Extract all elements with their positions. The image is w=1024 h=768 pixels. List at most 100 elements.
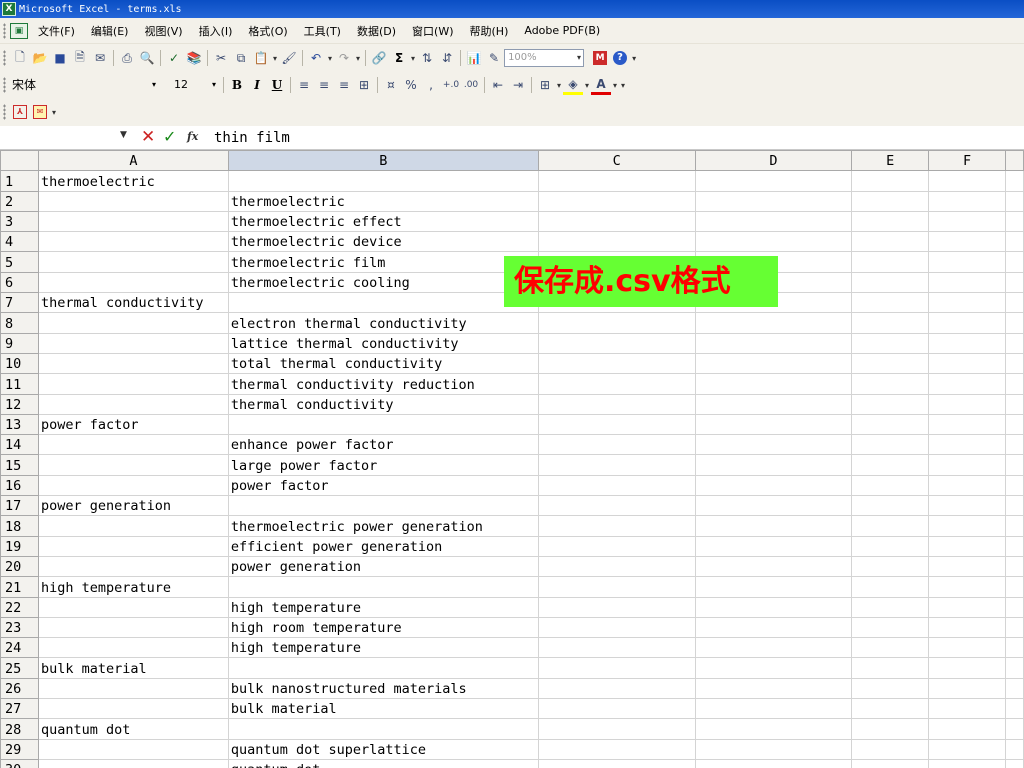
- cell-c[interactable]: [537, 495, 696, 517]
- cell-b[interactable]: [227, 495, 539, 517]
- row-header[interactable]: 12: [0, 393, 39, 415]
- sort-descending-icon[interactable]: ⇵: [437, 48, 457, 68]
- cell-f[interactable]: [928, 637, 1006, 659]
- cell-b[interactable]: efficient power generation: [227, 535, 539, 557]
- pdf-email-icon[interactable]: ✉: [30, 102, 50, 122]
- cell-d[interactable]: [694, 312, 853, 334]
- row-header[interactable]: 26: [0, 677, 39, 700]
- cell-c[interactable]: [537, 352, 696, 375]
- row-header[interactable]: 16: [0, 474, 39, 497]
- row-header[interactable]: 9: [0, 332, 39, 354]
- cancel-entry-button[interactable]: ✕: [141, 127, 155, 147]
- cell-e[interactable]: [851, 718, 930, 740]
- cell-e[interactable]: [851, 515, 930, 537]
- row-header[interactable]: 1: [0, 170, 39, 192]
- cell-d[interactable]: [694, 190, 853, 212]
- cell-g[interactable]: [1005, 190, 1024, 212]
- cell-b[interactable]: thermal conductivity: [227, 393, 539, 415]
- chart-wizard-icon[interactable]: 📊: [464, 48, 484, 68]
- cell-c[interactable]: [537, 555, 696, 578]
- pdf-icon[interactable]: M: [590, 48, 610, 68]
- column-header-d[interactable]: D: [694, 149, 853, 172]
- cell-g[interactable]: [1005, 576, 1024, 598]
- cell-e[interactable]: [851, 332, 930, 354]
- cell-e[interactable]: [851, 413, 930, 436]
- cell-e[interactable]: [851, 231, 930, 253]
- toolbar-grip[interactable]: [3, 50, 6, 66]
- cell-a[interactable]: [37, 231, 229, 253]
- cell-a[interactable]: high temperature: [37, 576, 229, 598]
- cell-e[interactable]: [851, 474, 930, 497]
- cell-c[interactable]: [537, 454, 696, 476]
- cell-e[interactable]: [851, 170, 930, 192]
- cell-b[interactable]: thermoelectric: [227, 190, 539, 212]
- permission-icon[interactable]: 🗎: [70, 48, 90, 68]
- cell-a[interactable]: [37, 555, 229, 578]
- underline-button[interactable]: U: [267, 78, 287, 92]
- cell-d[interactable]: [694, 677, 853, 700]
- cell-f[interactable]: [928, 352, 1006, 375]
- cell-f[interactable]: [928, 555, 1006, 578]
- cell-e[interactable]: [851, 637, 930, 659]
- row-header[interactable]: 23: [0, 616, 39, 639]
- cell-g[interactable]: [1005, 718, 1024, 740]
- cell-d[interactable]: [694, 495, 853, 517]
- cell-a[interactable]: [37, 190, 229, 212]
- toolbar-options-icon[interactable]: ▾: [621, 81, 625, 90]
- cell-e[interactable]: [851, 393, 930, 415]
- cell-d[interactable]: [694, 373, 853, 395]
- column-header-c[interactable]: C: [537, 149, 696, 172]
- cell-g[interactable]: [1005, 413, 1024, 436]
- cell-c[interactable]: [537, 210, 696, 233]
- cell-g[interactable]: [1005, 535, 1024, 557]
- row-header[interactable]: 11: [0, 373, 39, 395]
- cell-e[interactable]: [851, 271, 930, 294]
- sort-ascending-icon[interactable]: ⇅: [417, 48, 437, 68]
- cell-c[interactable]: [537, 231, 696, 253]
- cell-g[interactable]: [1005, 495, 1024, 517]
- cell-f[interactable]: [928, 251, 1006, 273]
- row-header[interactable]: 15: [0, 454, 39, 476]
- cell-g[interactable]: [1005, 515, 1024, 537]
- cell-e[interactable]: [851, 677, 930, 700]
- cell-f[interactable]: [928, 413, 1006, 436]
- cell-f[interactable]: [928, 332, 1006, 354]
- cell-g[interactable]: [1005, 332, 1024, 354]
- cell-e[interactable]: [851, 596, 930, 618]
- italic-button[interactable]: I: [247, 78, 267, 92]
- cell-e[interactable]: [851, 251, 930, 273]
- workbook-menu-icon[interactable]: ▣: [10, 22, 28, 39]
- menu-view[interactable]: 视图(V): [136, 23, 190, 39]
- enter-entry-button[interactable]: ✓: [163, 127, 176, 146]
- cell-f[interactable]: [928, 170, 1006, 192]
- cell-b[interactable]: total thermal conductivity: [227, 352, 539, 375]
- column-header-b[interactable]: B: [227, 149, 539, 172]
- cell-f[interactable]: [928, 271, 1006, 294]
- cell-b[interactable]: thermoelectric cooling: [227, 271, 539, 294]
- cell-c[interactable]: [537, 373, 696, 395]
- cell-f[interactable]: [928, 758, 1006, 768]
- font-size-select[interactable]: 12 ▾: [160, 76, 220, 94]
- menu-edit[interactable]: 编辑(E): [83, 23, 137, 39]
- cell-b[interactable]: high room temperature: [227, 616, 539, 639]
- cell-c[interactable]: [537, 637, 696, 659]
- cell-d[interactable]: [694, 637, 853, 659]
- cell-e[interactable]: [851, 190, 930, 212]
- insert-function-button[interactable]: fx: [187, 130, 198, 143]
- cell-e[interactable]: [851, 555, 930, 578]
- cell-a[interactable]: thermal conductivity: [37, 292, 229, 314]
- cell-d[interactable]: [694, 698, 853, 720]
- borders-dropdown-icon[interactable]: ▾: [557, 81, 561, 90]
- cell-g[interactable]: [1005, 373, 1024, 395]
- cell-e[interactable]: [851, 312, 930, 334]
- cell-f[interactable]: [928, 190, 1006, 212]
- toolbar-grip[interactable]: [3, 22, 6, 39]
- cell-f[interactable]: [928, 698, 1006, 720]
- cell-c[interactable]: [537, 616, 696, 639]
- cell-g[interactable]: [1005, 312, 1024, 334]
- cell-g[interactable]: [1005, 292, 1024, 314]
- cell-b[interactable]: bulk nanostructured materials: [227, 677, 539, 700]
- cell-a[interactable]: thermoelectric: [37, 170, 229, 192]
- cell-f[interactable]: [928, 373, 1006, 395]
- cell-d[interactable]: [694, 596, 853, 618]
